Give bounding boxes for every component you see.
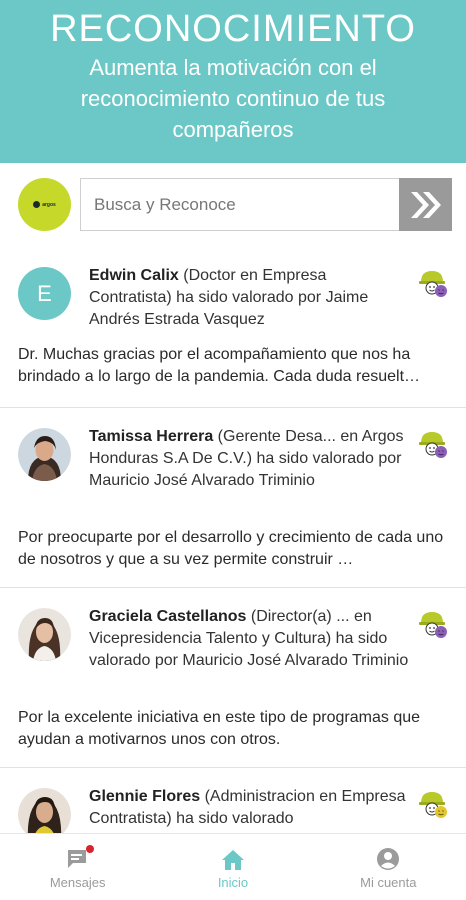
search-field[interactable] bbox=[80, 178, 400, 231]
recipient-name[interactable]: Edwin Calix bbox=[89, 267, 179, 284]
double-chevron-right-icon bbox=[410, 191, 441, 218]
nav-messages-label: Mensajes bbox=[49, 874, 106, 890]
recipient-name[interactable]: Graciela Castellanos bbox=[89, 608, 246, 625]
recipient-name[interactable]: Tamissa Herrera bbox=[89, 428, 213, 445]
search-button[interactable] bbox=[399, 178, 452, 231]
nav-account[interactable]: Mi cuenta bbox=[311, 834, 466, 900]
page-subtitle: Aumenta la motivación con el reconocimie… bbox=[80, 55, 386, 142]
home-icon bbox=[221, 849, 244, 870]
recognition-headline: Tamissa Herrera (Gerente Desa... en Argo… bbox=[89, 426, 409, 492]
logo-mark-icon bbox=[33, 201, 41, 208]
recognition-headline: Glennie Flores (Administracion en Empres… bbox=[89, 786, 409, 830]
notification-dot bbox=[85, 844, 94, 853]
bottom-navigation: Mensajes Inicio Mi cuenta bbox=[0, 833, 466, 900]
avatar bbox=[18, 788, 71, 833]
recognition-feed: E Edwin Calix (Doctor en Empresa Contrat… bbox=[0, 247, 466, 833]
nav-account-label: Mi cuenta bbox=[360, 874, 417, 890]
nav-home[interactable]: Inicio bbox=[155, 834, 310, 900]
helmet-smiley-icon bbox=[419, 271, 447, 297]
recognition-message: Por preocuparte por el desarrollo y crec… bbox=[18, 529, 444, 568]
header-banner: RECONOCIMIENTO Aumenta la motivación con… bbox=[0, 0, 466, 163]
nav-messages[interactable]: Mensajes bbox=[0, 834, 155, 900]
helmet-smiley-icon bbox=[419, 432, 447, 458]
recognition-message: Dr. Muchas gracias por el acompañamiento… bbox=[18, 346, 421, 385]
recognition-message: Por la excelente iniciativa en este tipo… bbox=[18, 709, 421, 748]
recognition-card[interactable]: E Edwin Calix (Doctor en Empresa Contrat… bbox=[0, 247, 466, 408]
recognition-headline: Edwin Calix (Doctor en Empresa Contratis… bbox=[89, 265, 409, 331]
helmet-smiley-icon bbox=[419, 612, 447, 638]
logo-text: argos bbox=[42, 201, 56, 208]
helmet-smiley-icon bbox=[419, 792, 447, 818]
page-title: RECONOCIMIENTO bbox=[50, 8, 416, 50]
user-circle-icon bbox=[377, 847, 400, 870]
recognition-card[interactable]: Graciela Castellanos (Director(a) ... en… bbox=[0, 588, 466, 768]
recipient-name[interactable]: Glennie Flores bbox=[89, 788, 200, 805]
recognition-card[interactable]: Tamissa Herrera (Gerente Desa... en Argo… bbox=[0, 408, 466, 588]
avatar bbox=[18, 428, 71, 481]
nav-home-label: Inicio bbox=[217, 874, 249, 890]
search-row: argos bbox=[0, 163, 466, 247]
recognition-headline: Graciela Castellanos (Director(a) ... en… bbox=[89, 606, 409, 672]
avatar: E bbox=[18, 267, 71, 320]
search-input[interactable] bbox=[94, 194, 387, 215]
company-logo: argos bbox=[18, 178, 71, 231]
recognition-card[interactable]: Glennie Flores (Administracion en Empres… bbox=[0, 768, 466, 833]
avatar bbox=[18, 608, 71, 661]
